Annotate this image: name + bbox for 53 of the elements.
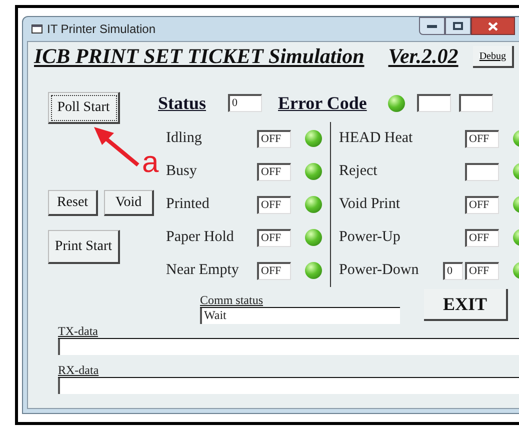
status-led-icon [305,163,322,180]
indicator-label: Printed [166,195,210,214]
value-field[interactable]: OFF [465,130,499,148]
print-start-button[interactable]: Print Start [48,230,120,264]
error-code-field[interactable] [459,94,493,112]
value-field[interactable]: OFF [257,162,291,180]
value-field[interactable]: OFF [465,196,499,214]
rx-data-field[interactable] [58,378,519,394]
annotation-arrow [92,125,140,167]
status-led-icon [388,94,405,112]
indicator-label: Paper Hold [166,228,235,248]
minimize-icon [427,24,437,28]
status-led-icon [305,196,322,213]
status-field[interactable]: 0 [228,94,262,112]
value-field[interactable]: OFF [257,130,291,148]
close-icon [488,22,498,30]
indicator-label: Power-Down [339,261,420,280]
maximize-button[interactable] [445,17,471,35]
indicator-label: Near Empty [166,261,240,280]
error-code-field[interactable] [417,94,451,112]
indicator-label: Void Print [339,195,401,214]
value-field[interactable]: OFF [257,228,291,246]
indicator-label: Busy [166,162,198,182]
maximize-icon [453,22,463,30]
exit-button[interactable]: EXIT [424,289,508,321]
status-label: Status [158,92,208,114]
version-label: Ver.2.02 [388,43,458,70]
close-button[interactable] [471,17,515,35]
status-led-icon [305,262,322,279]
value-field[interactable]: OFF [465,262,499,280]
status-led-icon [305,229,322,246]
app-heading: ICB PRINT SET TICKET Simulation [34,43,364,70]
window-title: IT Printer Simulation [47,21,156,38]
indicator-label: Reject [339,162,378,182]
tx-data-field[interactable] [58,339,519,355]
value-field[interactable]: OFF [465,228,499,246]
value-field[interactable]: OFF [257,262,291,280]
value-field[interactable] [465,162,499,180]
indicator-label: Idling [166,129,203,148]
indicator-label: Power-Up [339,228,402,248]
minimize-button[interactable] [419,17,445,35]
reset-button[interactable]: Reset [48,190,98,216]
debug-button[interactable]: Debug [473,46,514,68]
void-button[interactable]: Void [104,190,154,216]
value-field[interactable]: OFF [257,196,291,214]
error-code-label: Error Code [278,92,368,114]
window-app-icon [31,24,43,34]
count-field[interactable]: 0 [443,262,463,280]
comm-status-field[interactable]: Wait [200,308,400,324]
status-led-icon [305,130,322,147]
indicator-label: HEAD Heat [339,129,414,148]
annotation-label: a [142,148,159,178]
poll-start-button[interactable]: Poll Start [48,92,120,124]
